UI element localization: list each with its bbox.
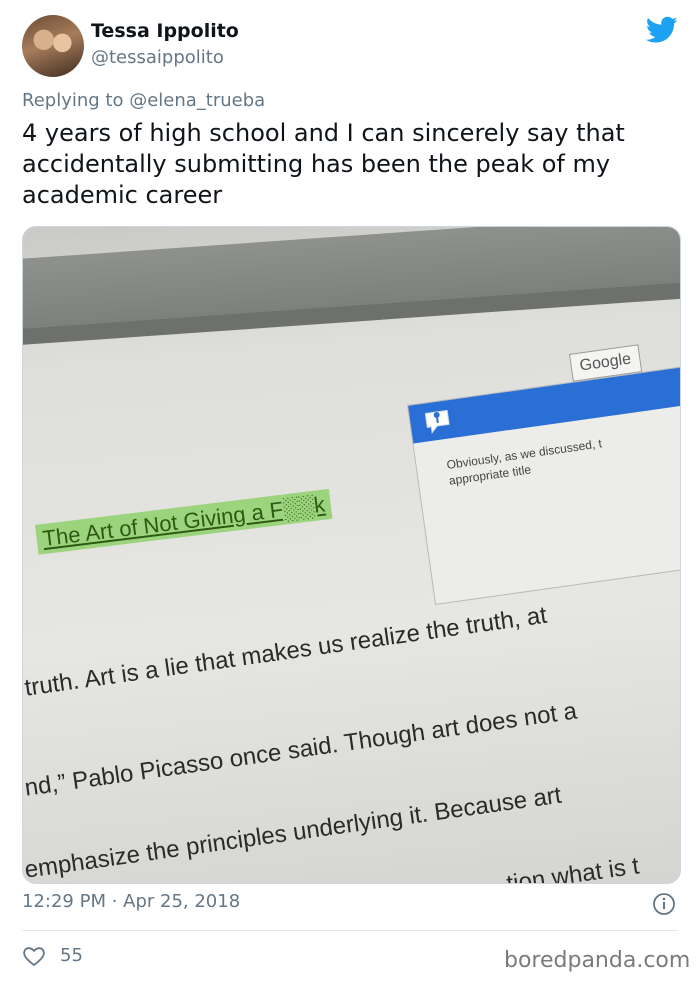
twitter-bird-icon (646, 16, 678, 43)
tweet-timestamp[interactable]: 12:29 PM · Apr 25, 2018 (22, 891, 240, 912)
info-icon[interactable] (652, 892, 676, 916)
heart-icon[interactable] (22, 945, 46, 967)
doc-line-2: nd,” Pablo Picasso once said. Though art… (23, 697, 579, 802)
comment-bubble-icon (424, 409, 450, 435)
doc-line-3: emphasize the principles underlying it. … (23, 781, 564, 884)
tweet-photo[interactable]: Google Obviously, as we discussed, t app… (22, 226, 681, 884)
replying-prefix: Replying to (22, 90, 124, 111)
doc-line-4: tion what is t (505, 852, 641, 884)
avatar[interactable] (22, 15, 84, 77)
tweet-text: 4 years of high school and I can sincere… (22, 119, 625, 209)
highlighted-title: The Art of Not Giving a F░░k (35, 488, 333, 555)
divider (22, 930, 678, 931)
author-name[interactable]: Tessa Ippolito (91, 20, 239, 42)
doc-line-1: truth. Art is a lie that makes us realiz… (23, 601, 549, 702)
reply-mention-link[interactable]: @elena_trueba (129, 90, 265, 111)
author-handle[interactable]: @tessaippolito (91, 47, 224, 68)
watermark: boredpanda.com (504, 948, 691, 973)
replying-to: Replying to @elena_trueba (22, 90, 265, 111)
comment-box: Obviously, as we discussed, t appropriat… (407, 362, 680, 606)
like-count[interactable]: 55 (60, 945, 83, 966)
